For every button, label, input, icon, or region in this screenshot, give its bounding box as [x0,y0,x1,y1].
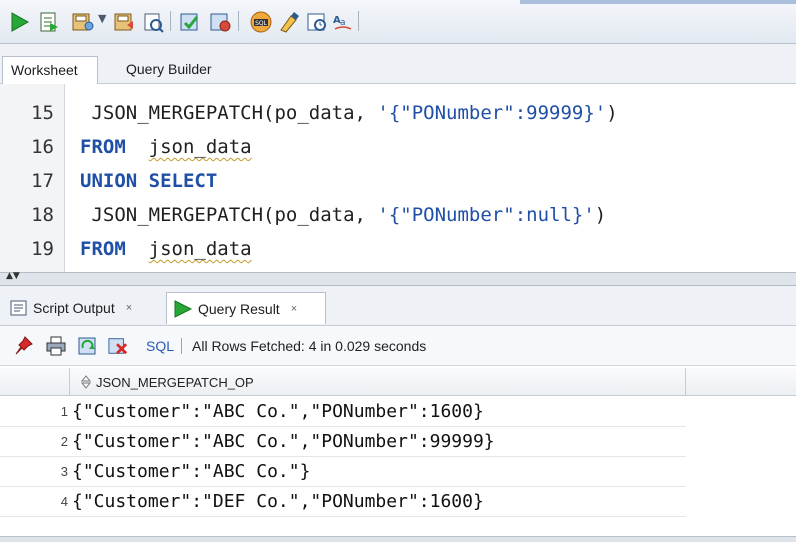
sql-icon[interactable]: SQL [248,9,274,35]
toolbar-separator [358,11,359,31]
tab-query-result[interactable]: Query Result × [166,292,326,324]
cancel-query-icon[interactable] [108,336,128,356]
tab-script-output[interactable]: Script Output × [4,292,162,324]
row-number-header [0,368,70,396]
main-toolbar: ▼ SQL Aa [0,0,796,44]
clear-icon[interactable] [276,9,302,35]
line-number: 19 [31,238,54,260]
sort-icon[interactable] [80,374,92,390]
table-row[interactable]: 3 {"Customer":"ABC Co."} [0,457,686,487]
row-number: 1 [60,404,68,419]
toolbar-accent-strip [520,0,796,4]
print-icon[interactable] [46,336,66,356]
sql-tuning-icon[interactable] [208,9,234,35]
table-cell[interactable]: {"Customer":"ABC Co.","PONumber":99999} [72,427,495,457]
rollback-icon[interactable] [112,9,138,35]
column-header-label: JSON_MERGEPATCH_OP [96,374,254,390]
code-token: ) [594,204,607,226]
line-number: 18 [31,204,54,226]
line-number: 16 [31,136,54,158]
code-text[interactable]: UNION SELECT [80,164,217,198]
code-line[interactable]: 18 JSON_MERGEPATCH(po_data, '{"PONumber"… [0,198,796,232]
code-token: JSON_MERGEPATCH(po_data, [80,204,378,226]
toolbar-separator [238,11,239,31]
toolbar-separator [170,11,171,31]
table-cell[interactable]: {"Customer":"ABC Co."} [72,457,310,487]
tab-query-result-label: Query Result [198,300,280,317]
sql-editor[interactable]: 15 JSON_MERGEPATCH(po_data, '{"PONumber"… [0,84,796,272]
refresh-icon[interactable] [78,336,98,356]
code-token: FROM [80,136,126,158]
line-number: 17 [31,170,54,192]
bottom-edge [0,536,796,542]
code-line[interactable]: 16 FROM json_data [0,130,796,164]
table-row[interactable]: 4 {"Customer":"DEF Co.","PONumber":1600} [0,487,686,517]
code-token: '{"PONumber":99999}' [377,102,607,124]
line-number: 15 [31,102,54,124]
splitter-arrows-icon[interactable]: ▲▼ [6,272,20,281]
autotrace-icon[interactable] [140,9,166,35]
tab-query-builder[interactable]: Query Builder [118,56,220,84]
column-header[interactable]: JSON_MERGEPATCH_OP [70,368,686,396]
close-icon[interactable]: × [126,302,132,314]
tab-script-output-label: Script Output [33,300,115,316]
code-token: JSON_MERGEPATCH(po_data, [80,102,378,124]
code-text[interactable]: FROM json_data [80,232,252,266]
history-icon[interactable] [304,9,330,35]
result-toolbar: SQL All Rows Fetched: 4 in 0.029 seconds [0,326,796,366]
table-row[interactable]: 1 {"Customer":"ABC Co.","PONumber":1600} [0,397,686,427]
panel-splitter[interactable]: ▲▼ [0,272,796,286]
tab-worksheet[interactable]: Worksheet [2,56,98,84]
code-text[interactable]: FROM json_data [80,130,252,164]
code-token: json_data [148,238,252,260]
row-number: 2 [60,434,68,449]
explain-plan-icon[interactable] [178,9,204,35]
result-grid: JSON_MERGEPATCH_OP 1 {"Customer":"ABC Co.… [0,366,796,542]
grid-empty-area [686,396,796,542]
table-cell[interactable]: {"Customer":"ABC Co.","PONumber":1600} [72,397,484,427]
run-script-icon[interactable] [36,9,62,35]
code-line[interactable]: 17 UNION SELECT [0,164,796,198]
format-icon[interactable]: Aa [330,9,356,35]
table-row[interactable]: 2 {"Customer":"ABC Co.","PONumber":99999} [0,427,686,457]
code-token: '{"PONumber":null}' [377,204,595,226]
pin-icon[interactable] [14,336,34,356]
code-token: FROM [80,238,126,260]
toolbar-separator [181,338,182,354]
table-cell[interactable]: {"Customer":"DEF Co.","PONumber":1600} [72,487,484,517]
output-tab-bar: Script Output × Query Result × [0,286,796,326]
code-token: UNION SELECT [80,170,218,192]
row-number: 3 [60,464,68,479]
sql-link[interactable]: SQL [146,338,174,354]
run-statement-icon[interactable] [6,9,32,35]
query-result-icon [174,299,193,318]
grid-header: JSON_MERGEPATCH_OP [0,368,796,396]
code-token: ) [606,102,618,124]
script-output-icon [10,300,27,316]
code-text[interactable]: JSON_MERGEPATCH(po_data, '{"PONumber":99… [80,96,618,130]
row-number: 4 [60,494,68,509]
chevron-down-icon[interactable]: ▼ [98,12,106,25]
worksheet-tab-bar: Worksheet Query Builder [0,44,796,84]
code-token: json_data [148,136,252,158]
close-icon[interactable]: × [291,303,297,315]
code-line[interactable]: 15 JSON_MERGEPATCH(po_data, '{"PONumber"… [0,96,796,130]
fetch-status: All Rows Fetched: 4 in 0.029 seconds [192,338,427,354]
commit-icon[interactable] [70,9,96,35]
code-text[interactable]: JSON_MERGEPATCH(po_data, '{"PONumber":nu… [80,198,606,232]
svg-text:SQL: SQL [255,20,268,27]
code-line[interactable]: 19 FROM json_data [0,232,796,266]
